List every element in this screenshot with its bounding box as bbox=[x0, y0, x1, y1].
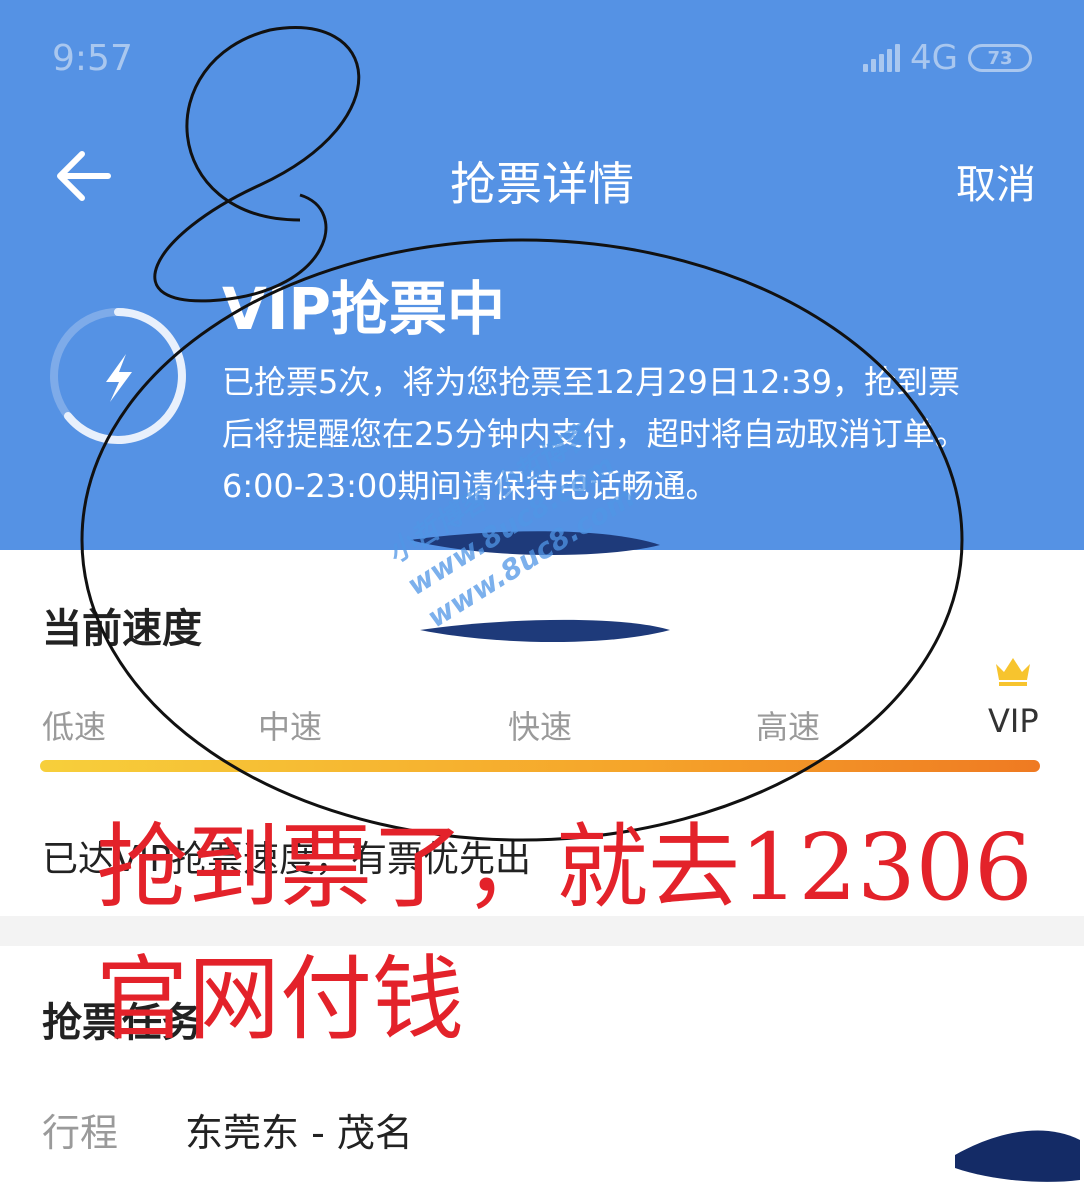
speed-level-high: 高速 bbox=[756, 708, 821, 746]
route-label: 行程 bbox=[42, 1111, 119, 1155]
speed-section-title: 当前速度 bbox=[42, 606, 202, 652]
speed-level-vip: VIP bbox=[988, 702, 1039, 740]
cancel-button[interactable]: 取消 bbox=[956, 152, 1036, 210]
network-type: 4G bbox=[910, 38, 958, 78]
battery-level: 73 bbox=[987, 47, 1013, 69]
speed-level-medium: 中速 bbox=[258, 708, 323, 746]
speed-level-fast: 快速 bbox=[508, 708, 573, 746]
route-value: 东莞东 - 茂名 bbox=[185, 1111, 413, 1155]
speed-progress-bar bbox=[40, 760, 1040, 772]
grab-status-heading: VIP抢票中 bbox=[222, 275, 505, 343]
speed-level-low: 低速 bbox=[42, 708, 107, 746]
crown-icon bbox=[996, 658, 1030, 686]
status-indicators: 4G 73 bbox=[863, 38, 1032, 78]
red-annotation-line2: 官网付钱 bbox=[96, 946, 465, 1053]
speed-levels: 低速 中速 快速 高速 VIP bbox=[0, 702, 1084, 746]
lightning-icon bbox=[50, 308, 186, 444]
red-annotation-line1: 抢到票了，就去12306 bbox=[96, 814, 1033, 921]
battery-icon: 73 bbox=[968, 44, 1032, 72]
page-title: 抢票详情 bbox=[450, 157, 634, 211]
signal-icon bbox=[863, 44, 901, 72]
status-time: 9:57 bbox=[52, 38, 133, 79]
